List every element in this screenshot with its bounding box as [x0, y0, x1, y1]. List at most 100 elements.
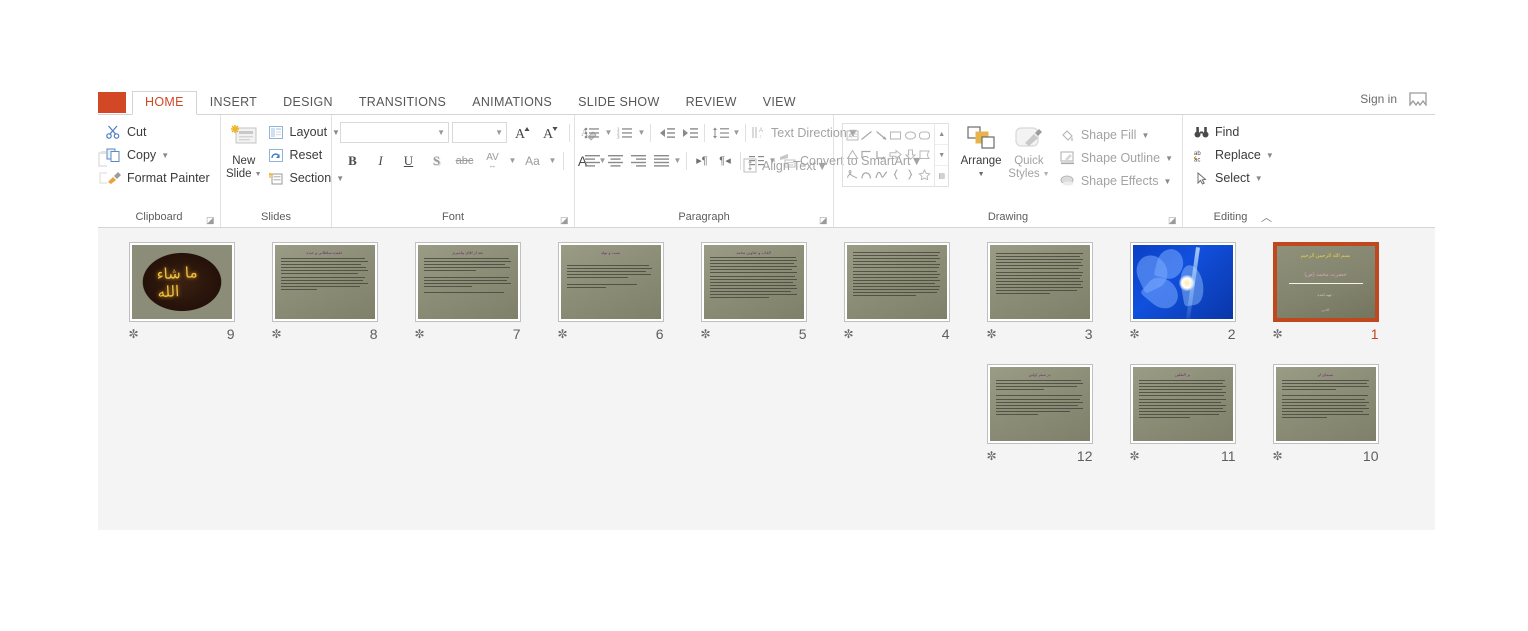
slide-thumbnail-1[interactable]: بسم الله الرحمن الرحیم حضرت محمد (ص) تهی… — [1254, 242, 1397, 342]
ltr-text-direction-button[interactable]: ▸¶ — [691, 150, 713, 171]
line-spacing-button[interactable] — [709, 122, 731, 143]
shapes-scroll-down-button[interactable]: ▼ — [935, 145, 949, 166]
font-size-caret[interactable]: ▼ — [495, 128, 503, 137]
shapes-scroll-up-button[interactable]: ▲ — [935, 124, 949, 145]
arrange-dropdown-caret[interactable]: ▼ — [978, 168, 985, 181]
quick-styles-button[interactable]: Quick Styles ▼ — [1007, 123, 1051, 181]
shape-oval-icon[interactable] — [903, 126, 918, 145]
shape-arrow-icon[interactable] — [874, 126, 889, 145]
shape-rectangle-icon[interactable] — [889, 126, 904, 145]
decrease-font-size-button[interactable]: A — [538, 122, 563, 143]
tab-view[interactable]: VIEW — [750, 92, 809, 114]
shape-star-icon[interactable] — [918, 165, 933, 184]
change-case-caret[interactable]: ▼ — [548, 156, 557, 165]
tab-slide-show[interactable]: SLIDE SHOW — [565, 92, 673, 114]
format-painter-button[interactable]: Format Painter — [103, 168, 214, 188]
shape-outline-button[interactable]: Shape Outline ▼ — [1057, 148, 1177, 168]
slide-thumbnail-12[interactable]: در سفر اولین ✼ 12 — [968, 364, 1111, 464]
bullets-button[interactable] — [581, 122, 603, 143]
slide-8-frame[interactable]: عقیده سلطانی و عبده — [271, 242, 378, 322]
font-name-caret[interactable]: ▼ — [437, 128, 445, 137]
user-account-icon[interactable] — [1407, 90, 1429, 106]
paragraph-dialog-launcher[interactable]: ◪ — [819, 215, 829, 225]
slide-2-frame[interactable] — [1129, 242, 1236, 322]
increase-font-size-button[interactable]: A — [510, 122, 535, 143]
shape-effects-button[interactable]: Shape Effects ▼ — [1057, 171, 1177, 191]
slide-thumbnail-2[interactable]: ✼ 2 — [1111, 242, 1254, 342]
slide-11-frame[interactable]: بر الثقلین — [1129, 364, 1236, 444]
slide-3-frame[interactable] — [986, 242, 1093, 322]
slide-thumbnail-8[interactable]: عقیده سلطانی و عبده ✼ 8 — [253, 242, 396, 342]
change-case-button[interactable]: Aa — [520, 150, 545, 171]
character-spacing-button[interactable]: AV ↔ — [480, 150, 505, 171]
shape-down-arrow-icon[interactable] — [903, 145, 918, 164]
copy-button[interactable]: Copy ▼ — [103, 145, 214, 165]
align-right-button[interactable] — [627, 150, 649, 171]
animation-star-icon[interactable]: ✼ — [844, 327, 854, 341]
animation-star-icon[interactable]: ✼ — [987, 327, 997, 341]
sign-in-button[interactable]: Sign in — [1360, 92, 1397, 106]
replace-button[interactable]: ab ac Replace ▼ — [1191, 145, 1278, 165]
shape-flowchart-icon[interactable] — [918, 145, 933, 164]
animation-star-icon[interactable]: ✼ — [415, 327, 425, 341]
numbering-caret[interactable]: ▼ — [637, 128, 646, 137]
animation-star-icon[interactable]: ✼ — [1130, 327, 1140, 341]
slide-7-frame[interactable]: بعد از اقای پیامبری — [414, 242, 521, 322]
animation-star-icon[interactable]: ✼ — [1130, 449, 1140, 463]
slide-1-frame-selected[interactable]: بسم الله الرحمن الرحیم حضرت محمد (ص) تهی… — [1272, 242, 1379, 322]
animation-star-icon[interactable]: ✼ — [1273, 449, 1283, 463]
slide-thumbnail-3[interactable]: ✼ 3 — [968, 242, 1111, 342]
shape-line-icon[interactable] — [860, 126, 875, 145]
new-slide-button[interactable]: New Slide ▼ — [226, 120, 262, 181]
align-center-button[interactable] — [604, 150, 626, 171]
animation-star-icon[interactable]: ✼ — [987, 449, 997, 463]
animation-star-icon[interactable]: ✼ — [1273, 327, 1283, 341]
line-spacing-caret[interactable]: ▼ — [732, 128, 741, 137]
shape-right-arrow-icon[interactable] — [889, 145, 904, 164]
cut-button[interactable]: Cut — [103, 122, 214, 142]
shape-scribble-icon[interactable] — [845, 165, 860, 184]
align-left-button[interactable] — [581, 150, 603, 171]
shape-arc-icon[interactable] — [860, 165, 875, 184]
slide-thumbnail-6[interactable]: نسب و تولد ✼ 6 — [539, 242, 682, 342]
italic-button[interactable]: I — [368, 150, 393, 171]
file-tab[interactable] — [98, 92, 126, 113]
text-shadow-button[interactable]: S — [424, 150, 449, 171]
align-text-button[interactable]: Align Text ▼ — [741, 155, 828, 176]
justify-button[interactable] — [650, 150, 672, 171]
shape-rounded-rectangle-icon[interactable] — [918, 126, 933, 145]
slide-sorter-pane[interactable]: ما شاء الله ✼ 9 عقیده سلطانی و عبده ✼ 8 … — [98, 228, 1435, 530]
slide-thumbnail-9[interactable]: ما شاء الله ✼ 9 — [110, 242, 253, 342]
underline-button[interactable]: U — [396, 150, 421, 171]
paste-icon[interactable] — [98, 151, 107, 197]
shape-left-brace-icon[interactable] — [889, 165, 904, 184]
select-button[interactable]: Select ▼ — [1191, 168, 1278, 188]
clipboard-dialog-launcher[interactable]: ◪ — [206, 215, 216, 225]
slide-thumbnail-10[interactable]: سیمای او ✼ 10 — [1254, 364, 1397, 464]
slide-thumbnail-7[interactable]: بعد از اقای پیامبری ✼ 7 — [396, 242, 539, 342]
tab-home[interactable]: HOME — [132, 91, 197, 115]
shape-elbow-connector-icon[interactable] — [860, 145, 875, 164]
shapes-gallery-scrollbar[interactable]: ▲ ▼ ▤ — [934, 124, 949, 186]
justify-caret[interactable]: ▼ — [673, 156, 682, 165]
shapes-gallery-more-button[interactable]: ▤ — [935, 166, 948, 186]
slide-thumbnail-5[interactable]: القاب و عناوین محمد ✼ 5 — [682, 242, 825, 342]
character-spacing-caret[interactable]: ▼ — [508, 156, 517, 165]
shapes-gallery[interactable]: A ▲ ▼ ▤ — [842, 123, 950, 187]
tab-animations[interactable]: ANIMATIONS — [459, 92, 565, 114]
shape-effects-caret[interactable]: ▼ — [1163, 177, 1171, 186]
tab-design[interactable]: DESIGN — [270, 92, 346, 114]
animation-star-icon[interactable]: ✼ — [558, 327, 568, 341]
slide-10-frame[interactable]: سیمای او — [1272, 364, 1379, 444]
find-button[interactable]: Find — [1191, 122, 1278, 142]
shape-fill-caret[interactable]: ▼ — [1141, 131, 1149, 140]
shape-textbox-icon[interactable]: A — [845, 126, 860, 145]
quick-styles-dropdown-caret[interactable]: ▼ — [1043, 168, 1050, 181]
animation-star-icon[interactable]: ✼ — [129, 327, 139, 341]
animation-star-icon[interactable]: ✼ — [701, 327, 711, 341]
new-slide-dropdown-caret[interactable]: ▼ — [255, 168, 262, 181]
slide-thumbnail-4[interactable]: ✼ 4 — [825, 242, 968, 342]
shape-curve-icon[interactable] — [874, 165, 889, 184]
rtl-text-direction-button[interactable]: ¶◂ — [714, 150, 736, 171]
copy-dropdown-caret[interactable]: ▼ — [161, 151, 169, 160]
